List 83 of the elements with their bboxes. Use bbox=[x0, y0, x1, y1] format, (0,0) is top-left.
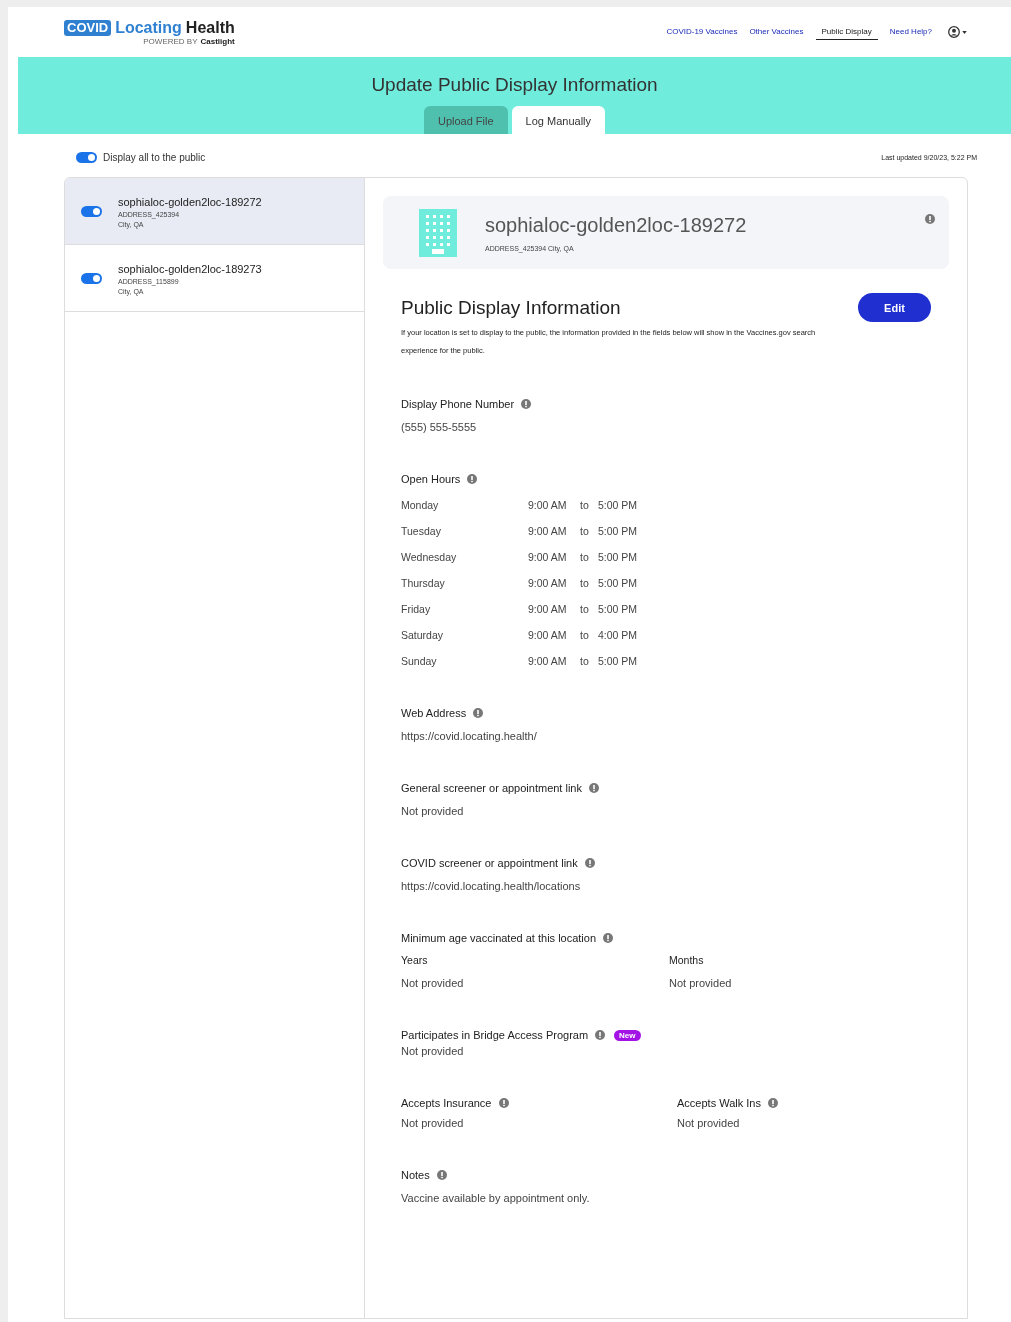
close-time: 5:00 PM bbox=[598, 525, 639, 537]
logo[interactable]: COVID Locating Health POWERED BY Castlight bbox=[64, 18, 235, 46]
location-name: sophialoc-golden2loc-189272 bbox=[118, 195, 262, 208]
info-icon[interactable] bbox=[436, 1170, 447, 1180]
field-label: Accepts Insurance bbox=[401, 1097, 492, 1109]
toggle-switch[interactable] bbox=[81, 273, 102, 284]
field-value: Not provided bbox=[401, 805, 465, 817]
to-label: to bbox=[580, 577, 590, 589]
day-label: Friday bbox=[401, 603, 432, 615]
caret-icon bbox=[962, 30, 967, 34]
sub-label: Months bbox=[669, 954, 705, 966]
info-icon[interactable] bbox=[498, 1098, 509, 1108]
info-icon[interactable] bbox=[584, 858, 595, 868]
field-label: General screener or appointment link bbox=[401, 782, 582, 794]
sub-label: Years bbox=[401, 954, 429, 966]
edit-button[interactable]: Edit bbox=[858, 293, 931, 322]
open-time: 9:00 AM bbox=[528, 525, 568, 537]
location-name: sophialoc-golden2loc-189273 bbox=[118, 262, 262, 275]
close-time: 5:00 PM bbox=[598, 655, 639, 667]
location-title: sophialoc-golden2loc-189272 bbox=[485, 213, 747, 237]
close-time: 5:00 PM bbox=[598, 603, 639, 615]
nav-link[interactable]: COVID-19 Vaccines bbox=[666, 24, 738, 40]
info-icon[interactable] bbox=[589, 783, 599, 793]
nav-link[interactable]: Need Help? bbox=[889, 24, 932, 40]
field-label: Accepts Walk Ins bbox=[677, 1097, 761, 1109]
info-icon[interactable] bbox=[603, 933, 614, 943]
field-label: Web Address bbox=[401, 707, 467, 719]
to-label: to bbox=[580, 499, 590, 511]
to-label: to bbox=[580, 629, 590, 641]
field-value: Not provided bbox=[401, 1117, 465, 1129]
nav-link[interactable]: Other Vaccines bbox=[749, 24, 804, 40]
toggle-label: Display all to the public bbox=[103, 152, 206, 163]
close-time: 5:00 PM bbox=[598, 551, 639, 563]
field-value: Not provided bbox=[669, 977, 733, 989]
open-time: 9:00 AM bbox=[528, 629, 568, 641]
tab[interactable]: Upload File bbox=[423, 106, 508, 134]
day-label: Sunday bbox=[401, 655, 438, 667]
day-label: Monday bbox=[401, 499, 440, 511]
day-label: Thursday bbox=[401, 577, 446, 589]
field-value: Not provided bbox=[401, 977, 465, 989]
toggle-switch[interactable] bbox=[81, 206, 102, 217]
info-icon[interactable] bbox=[467, 474, 478, 484]
day-label: Tuesday bbox=[401, 525, 442, 537]
to-label: to bbox=[580, 525, 590, 537]
close-time: 5:00 PM bbox=[598, 499, 639, 511]
user-icon bbox=[948, 26, 960, 38]
to-label: to bbox=[580, 603, 590, 615]
day-label: Saturday bbox=[401, 629, 445, 641]
section-title: Public Display Information bbox=[401, 296, 621, 319]
open-time: 9:00 AM bbox=[528, 551, 568, 563]
field-label: COVID screener or appointment link bbox=[401, 857, 578, 869]
field-value: Not provided bbox=[677, 1117, 741, 1129]
account-menu[interactable] bbox=[948, 26, 967, 38]
field-label: Open Hours bbox=[401, 473, 461, 485]
info-icon[interactable] bbox=[767, 1098, 778, 1108]
page-title: Update Public Display Information bbox=[371, 74, 658, 96]
new-badge: New bbox=[614, 1029, 641, 1041]
close-time: 4:00 PM bbox=[598, 629, 639, 641]
day-label: Wednesday bbox=[401, 551, 458, 563]
field-value: (555) 555-5555 bbox=[401, 421, 478, 433]
open-time: 9:00 AM bbox=[528, 577, 568, 589]
to-label: to bbox=[580, 655, 590, 667]
open-time: 9:00 AM bbox=[528, 655, 568, 667]
field-value: Vaccine available by appointment only. bbox=[401, 1192, 591, 1204]
field-label: Participates in Bridge Access Program bbox=[401, 1029, 589, 1041]
field-value: https://covid.locating.health/ bbox=[401, 730, 538, 742]
building-icon bbox=[419, 208, 457, 257]
field-label: Notes bbox=[401, 1169, 430, 1181]
toggle-switch[interactable] bbox=[76, 152, 97, 163]
field-label: Display Phone Number bbox=[401, 398, 515, 410]
open-time: 9:00 AM bbox=[528, 603, 568, 615]
info-icon[interactable] bbox=[925, 214, 935, 224]
info-icon[interactable] bbox=[595, 1030, 606, 1040]
nav-link[interactable]: Public Display bbox=[815, 24, 878, 40]
info-icon[interactable] bbox=[521, 399, 532, 409]
to-label: to bbox=[580, 551, 590, 563]
field-label: Minimum age vaccinated at this location bbox=[401, 932, 597, 944]
close-time: 5:00 PM bbox=[598, 577, 639, 589]
open-time: 9:00 AM bbox=[528, 499, 568, 511]
field-value: https://covid.locating.health/locations bbox=[401, 880, 582, 892]
info-icon[interactable] bbox=[473, 708, 484, 718]
field-value: Not provided bbox=[401, 1045, 465, 1057]
tab[interactable]: Log Manually bbox=[511, 106, 606, 134]
